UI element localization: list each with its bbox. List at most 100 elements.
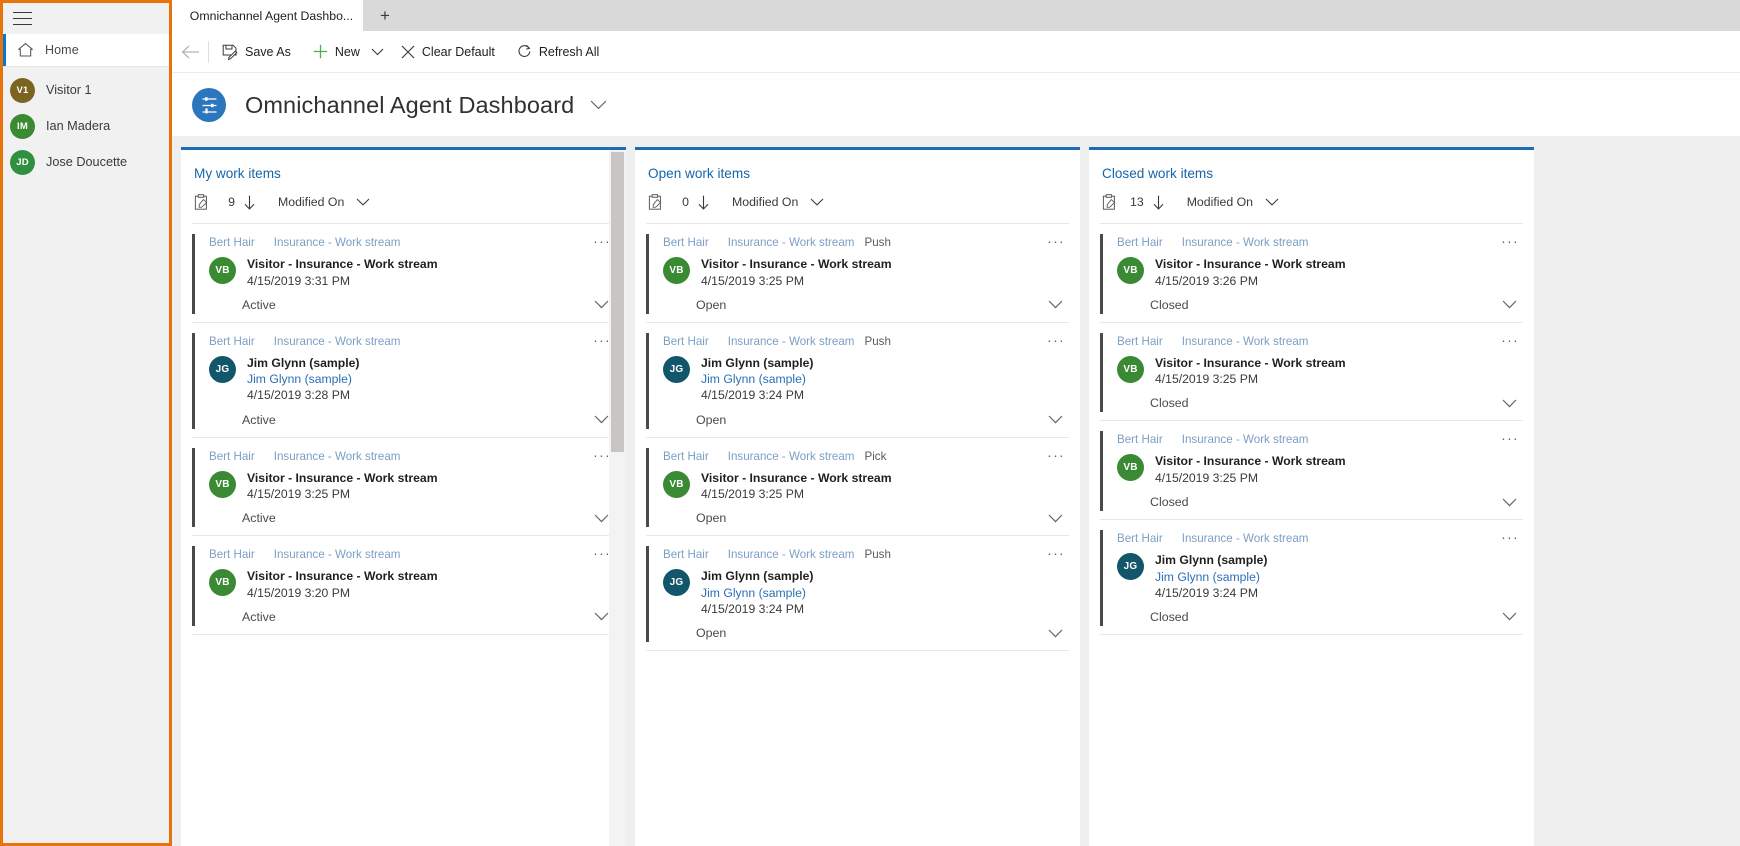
save-as-button[interactable]: Save As: [211, 31, 302, 73]
avatar: VB: [1117, 257, 1144, 284]
card-owner[interactable]: Bert Hair: [663, 450, 709, 463]
scrollbar-thumb[interactable]: [611, 152, 624, 452]
sort-chevron-down-icon[interactable]: [810, 198, 824, 206]
card-expand-chevron-down-icon[interactable]: [1502, 300, 1517, 309]
save-as-icon: [222, 44, 238, 60]
status-badge: Closed: [1150, 396, 1189, 411]
work-item-card[interactable]: Bert Hair Insurance - Work stream ··· VB…: [1100, 224, 1523, 323]
sidebar-item-home[interactable]: Home: [3, 34, 169, 67]
card-expand-chevron-down-icon[interactable]: [1048, 629, 1063, 638]
sidebar-item-home-label: Home: [45, 43, 79, 57]
card-subtitle[interactable]: Jim Glynn (sample): [1155, 569, 1267, 585]
card-owner[interactable]: Bert Hair: [663, 548, 709, 561]
card-stream[interactable]: Insurance - Work stream: [728, 548, 855, 561]
card-more-options-icon[interactable]: ···: [1501, 333, 1519, 347]
sort-direction-down-icon[interactable]: [1153, 195, 1164, 210]
clipboard-icon: [194, 194, 209, 210]
sort-chevron-down-icon[interactable]: [356, 198, 370, 206]
new-tab-button[interactable]: +: [363, 0, 407, 31]
card-expand-chevron-down-icon[interactable]: [1502, 399, 1517, 408]
work-item-card[interactable]: Bert Hair Insurance - Work stream Push ·…: [646, 323, 1069, 438]
card-owner[interactable]: Bert Hair: [1117, 236, 1163, 249]
card-more-options-icon[interactable]: ···: [1047, 333, 1065, 347]
card-expand-chevron-down-icon[interactable]: [1048, 300, 1063, 309]
work-item-card[interactable]: Bert Hair Insurance - Work stream Push ·…: [646, 536, 1069, 651]
card-stream[interactable]: Insurance - Work stream: [728, 450, 855, 463]
work-item-card[interactable]: Bert Hair Insurance - Work stream ··· VB…: [1100, 421, 1523, 521]
card-more-options-icon[interactable]: ···: [1501, 530, 1519, 544]
card-stream[interactable]: Insurance - Work stream: [728, 236, 855, 249]
work-item-card[interactable]: Bert Hair Insurance - Work stream Push ·…: [646, 224, 1069, 323]
card-owner[interactable]: Bert Hair: [663, 335, 709, 348]
card-more-options-icon[interactable]: ···: [1047, 546, 1065, 560]
column-title[interactable]: Closed work items: [1102, 166, 1534, 181]
work-item-card[interactable]: Bert Hair Insurance - Work stream ··· VB…: [192, 224, 615, 323]
new-chevron-down-icon[interactable]: [365, 31, 390, 73]
sort-direction-down-icon[interactable]: [698, 195, 709, 210]
column-title[interactable]: Open work items: [648, 166, 1080, 181]
sort-chevron-down-icon[interactable]: [1265, 198, 1279, 206]
card-mode: Push: [864, 334, 891, 348]
card-expand-chevron-down-icon[interactable]: [1502, 612, 1517, 621]
sidebar-item-person[interactable]: IM Ian Madera: [3, 108, 169, 144]
card-owner[interactable]: Bert Hair: [209, 450, 255, 463]
sort-direction-down-icon[interactable]: [244, 195, 255, 210]
work-item-card[interactable]: Bert Hair Insurance - Work stream ··· VB…: [192, 536, 615, 635]
card-expand-chevron-down-icon[interactable]: [1502, 498, 1517, 507]
card-title: Visitor - Insurance - Work stream: [1155, 257, 1346, 271]
card-expand-chevron-down-icon[interactable]: [594, 612, 609, 621]
work-item-card[interactable]: Bert Hair Insurance - Work stream ··· JG…: [192, 323, 615, 438]
card-owner[interactable]: Bert Hair: [1117, 335, 1163, 348]
column-title[interactable]: My work items: [194, 166, 626, 181]
card-expand-chevron-down-icon[interactable]: [594, 514, 609, 523]
card-subtitle[interactable]: Jim Glynn (sample): [701, 371, 813, 387]
card-owner[interactable]: Bert Hair: [663, 236, 709, 249]
card-timestamp: 4/15/2019 3:25 PM: [1155, 372, 1258, 387]
card-title: Visitor - Insurance - Work stream: [1155, 454, 1346, 469]
card-stream[interactable]: Insurance - Work stream: [1182, 433, 1309, 446]
card-owner[interactable]: Bert Hair: [1117, 433, 1163, 446]
sidebar-item-person-label: Ian Madera: [46, 119, 111, 133]
card-owner[interactable]: Bert Hair: [209, 548, 255, 561]
column-scrollbar[interactable]: [609, 150, 626, 846]
column-meta: 9 Modified On: [194, 194, 626, 223]
card-more-options-icon[interactable]: ···: [1501, 234, 1519, 248]
card-body: VB Visitor - Insurance - Work stream 4/1…: [646, 257, 1069, 289]
work-item-card[interactable]: Bert Hair Insurance - Work stream ··· VB…: [1100, 323, 1523, 422]
work-item-card[interactable]: Bert Hair Insurance - Work stream ··· JG…: [1100, 520, 1523, 635]
back-button[interactable]: [172, 31, 208, 73]
page-title: Omnichannel Agent Dashboard: [245, 91, 575, 118]
card-more-options-icon[interactable]: ···: [1047, 448, 1065, 462]
card-expand-chevron-down-icon[interactable]: [1048, 415, 1063, 424]
card-owner[interactable]: Bert Hair: [209, 335, 255, 348]
card-stream[interactable]: Insurance - Work stream: [274, 450, 401, 463]
tab-omnichannel-agent-dashboard[interactable]: Omnichannel Agent Dashbo...: [180, 0, 363, 31]
card-stream[interactable]: Insurance - Work stream: [274, 236, 401, 249]
status-badge: Open: [696, 626, 727, 640]
card-subtitle[interactable]: Jim Glynn (sample): [701, 585, 813, 601]
card-stream[interactable]: Insurance - Work stream: [728, 335, 855, 348]
card-expand-chevron-down-icon[interactable]: [594, 415, 609, 424]
refresh-all-button[interactable]: Refresh All: [506, 31, 610, 73]
card-subtitle[interactable]: Jim Glynn (sample): [247, 371, 359, 387]
card-stream[interactable]: Insurance - Work stream: [1182, 236, 1309, 249]
sidebar-item-person[interactable]: V1 Visitor 1: [3, 72, 169, 108]
work-item-card[interactable]: Bert Hair Insurance - Work stream Pick ·…: [646, 438, 1069, 537]
card-top: Bert Hair Insurance - Work stream Pick: [646, 450, 1069, 463]
card-stream[interactable]: Insurance - Work stream: [1182, 335, 1309, 348]
card-owner[interactable]: Bert Hair: [1117, 532, 1163, 545]
card-stream[interactable]: Insurance - Work stream: [274, 335, 401, 348]
hamburger-menu-icon[interactable]: [13, 11, 32, 26]
sidebar-item-person[interactable]: JD Jose Doucette: [3, 144, 169, 180]
card-owner[interactable]: Bert Hair: [209, 236, 255, 249]
card-more-options-icon[interactable]: ···: [1047, 234, 1065, 248]
card-more-options-icon[interactable]: ···: [1501, 431, 1519, 445]
page-title-chevron-down-icon[interactable]: [590, 100, 607, 110]
new-button[interactable]: New: [302, 31, 371, 73]
card-stream[interactable]: Insurance - Work stream: [1182, 532, 1309, 545]
work-item-card[interactable]: Bert Hair Insurance - Work stream ··· VB…: [192, 438, 615, 537]
clear-default-button[interactable]: Clear Default: [390, 31, 506, 73]
card-expand-chevron-down-icon[interactable]: [594, 300, 609, 309]
card-expand-chevron-down-icon[interactable]: [1048, 514, 1063, 523]
card-stream[interactable]: Insurance - Work stream: [274, 548, 401, 561]
